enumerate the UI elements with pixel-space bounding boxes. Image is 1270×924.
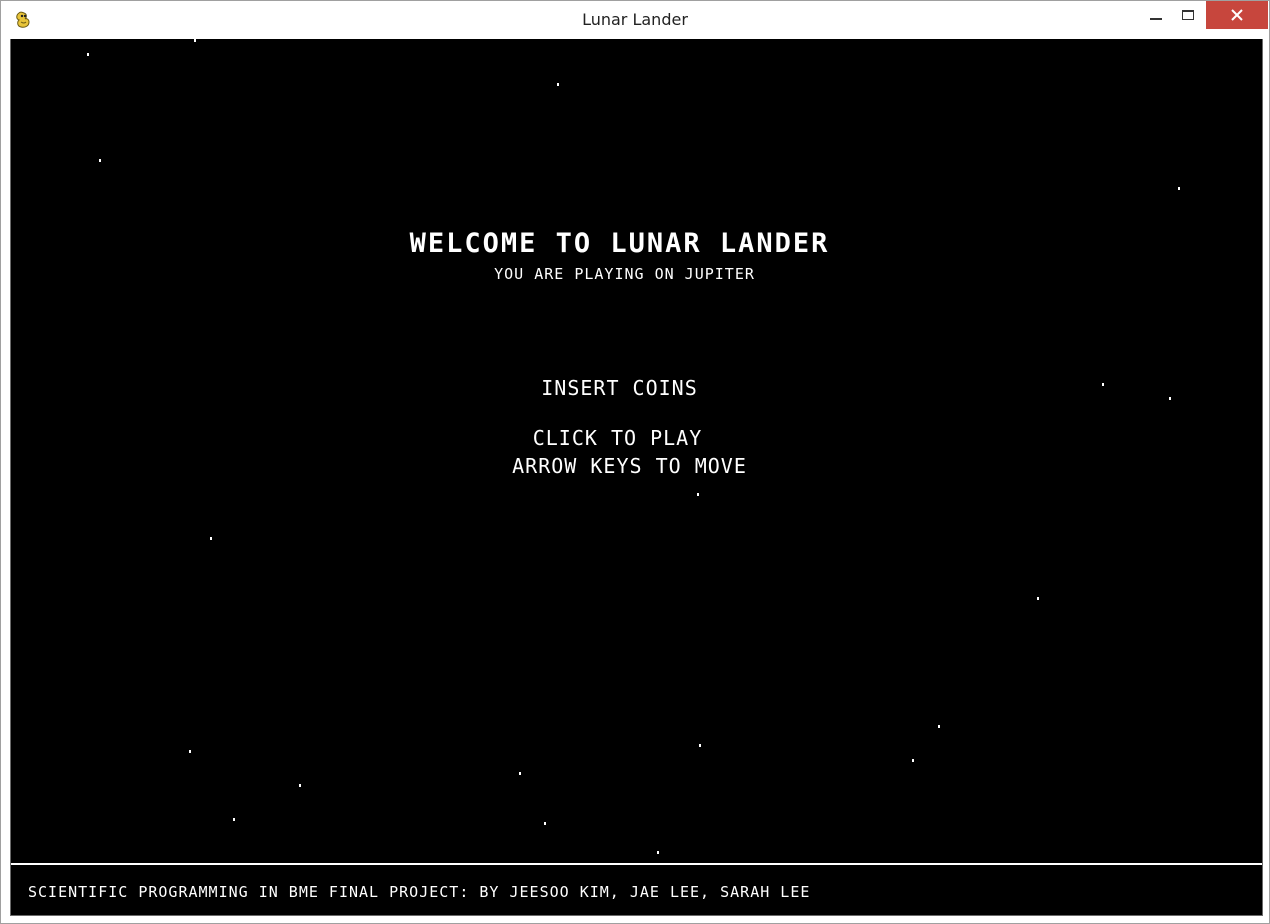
click-to-play-text[interactable]: CLICK TO PLAY	[11, 426, 1243, 450]
star	[557, 83, 559, 86]
planet-subtitle: YOU ARE PLAYING ON JUPITER	[494, 265, 755, 283]
minimize-button[interactable]	[1139, 1, 1173, 29]
arrow-keys-instruction: ARROW KEYS TO MOVE	[512, 454, 747, 478]
title-bar[interactable]: Lunar Lander	[1, 1, 1269, 39]
star	[233, 818, 235, 821]
star	[1178, 187, 1180, 190]
star	[912, 759, 914, 762]
star	[519, 772, 521, 775]
star	[194, 39, 196, 42]
star	[1037, 597, 1039, 600]
star	[657, 851, 659, 854]
star	[87, 53, 89, 56]
star	[544, 822, 546, 825]
credits-text: SCIENTIFIC PROGRAMMING IN BME FINAL PROJ…	[28, 883, 811, 901]
game-canvas[interactable]: WELCOME TO LUNAR LANDER YOU ARE PLAYING …	[10, 39, 1263, 916]
star	[299, 784, 301, 787]
star	[189, 750, 191, 753]
star	[699, 744, 701, 747]
welcome-title: WELCOME TO LUNAR LANDER	[409, 228, 830, 259]
window-title: Lunar Lander	[582, 10, 688, 29]
footer-divider	[11, 863, 1262, 865]
star	[210, 537, 212, 540]
insert-coins-text: INSERT COINS	[541, 376, 698, 400]
star	[99, 159, 101, 162]
minimize-icon	[1150, 18, 1162, 20]
maximize-button[interactable]	[1173, 1, 1203, 29]
maximize-icon	[1182, 10, 1194, 20]
star	[938, 725, 940, 728]
app-window: Lunar Lander WELCOME TO LUNAR LANDER YOU…	[0, 0, 1270, 924]
star	[697, 493, 699, 496]
close-icon	[1231, 9, 1243, 21]
close-button[interactable]	[1206, 1, 1268, 29]
